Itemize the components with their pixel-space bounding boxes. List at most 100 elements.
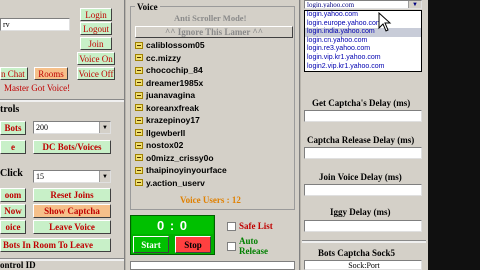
chevron-down-icon[interactable]: ▼ (408, 1, 421, 8)
chevron-down-icon[interactable]: ▼ (99, 171, 110, 182)
user-name: llgewberll (146, 127, 186, 138)
login-server-value: login.yahoo.com (307, 0, 355, 9)
join-button-label: Join (88, 38, 104, 49)
show-captcha-label: Show Captcha (44, 206, 100, 216)
list-item[interactable]: thaipinoyinyourface (135, 164, 293, 177)
list-item[interactable]: krazepinoy17 (135, 114, 293, 127)
rooms-button[interactable]: Rooms (34, 67, 68, 80)
list-item[interactable]: juanavagina (135, 89, 293, 102)
user-name: thaipinoyinyourface (146, 165, 227, 176)
logout-button[interactable]: Logout (80, 22, 112, 35)
login-button-label: Login (85, 9, 107, 20)
master-voice-label: Master Got Voice! (4, 83, 71, 93)
iggy-delay-input[interactable] (304, 220, 422, 232)
captcha-delay-input[interactable] (304, 110, 422, 122)
user-name: dreamer1985x (146, 77, 204, 88)
click-select[interactable]: 15 ▼ (33, 170, 111, 183)
dropdown-option[interactable]: login.europe.yahoo.com (305, 20, 421, 29)
controls-label: trols (0, 104, 20, 115)
user-name: koreanxfreak (146, 102, 199, 113)
bots-in-room-leave-label: Bots In Room To Leave (3, 240, 94, 250)
logout-button-label: Logout (83, 23, 109, 34)
sock-port-input[interactable]: Sock:Port (304, 260, 422, 270)
user-name: juanavagina (146, 90, 196, 101)
safe-list-checkbox[interactable] (227, 222, 236, 231)
user-icon (135, 116, 143, 124)
leave-voice-button[interactable]: Leave Voice (33, 220, 111, 234)
list-item[interactable]: nostox02 (135, 139, 293, 152)
user-icon (135, 141, 143, 149)
voice-group-title: Voice (135, 2, 160, 12)
voice-user-list[interactable]: caliblossom05 cc.mizzy chocochip_84 drea… (135, 39, 293, 191)
bots-button[interactable]: Bots (0, 121, 26, 135)
list-item[interactable]: koreanxfreak (135, 102, 293, 115)
dropdown-option[interactable]: login.cn.yahoo.com (305, 37, 421, 46)
bots-count-select[interactable]: 200 ▼ (33, 121, 111, 134)
anti-scroller-label: Anti Scroller Mode! (174, 13, 247, 23)
ignore-lamer-label: ^^ Ignore This Lamer ^^ (165, 27, 263, 37)
dropdown-option[interactable]: login.re3.yahoo.com (305, 45, 421, 54)
now-button[interactable]: Now (0, 204, 26, 218)
dc-bots-voices-button[interactable]: DC Bots/Voices (33, 140, 111, 154)
chat-button[interactable]: n Chat 3 (0, 67, 28, 80)
auto-release-label: Auto Release (239, 236, 268, 256)
bottom-input[interactable] (130, 261, 295, 270)
stop-button[interactable]: Stop (175, 236, 211, 253)
voice-off-button[interactable]: Voice Off (77, 67, 115, 80)
stop-button-label: Stop (184, 239, 202, 250)
right-separator (302, 240, 426, 243)
user-icon (135, 91, 143, 99)
list-item[interactable]: llgewberll (135, 127, 293, 140)
room-button[interactable]: oom (0, 188, 26, 202)
dropdown-option[interactable]: login2.vip.kr1.yahoo.com (305, 63, 421, 72)
voice-users-count: Voice Users : 12 (180, 195, 241, 205)
user-name: chocochip_84 (146, 65, 203, 76)
timer-value: 0 : 0 (156, 217, 188, 233)
list-item[interactable]: dreamer1985x (135, 77, 293, 90)
user-name: krazepinoy17 (146, 115, 200, 126)
login-server-select[interactable]: login.yahoo.com ▼ (304, 0, 422, 9)
list-item[interactable]: chocochip_84 (135, 64, 293, 77)
iggy-delay-label: Iggy Delay (ms) (330, 207, 391, 217)
leave-voice-label: Leave Voice (49, 222, 95, 232)
reset-joins-label: Reset Joins (50, 190, 94, 200)
left-separator (0, 99, 124, 102)
user-name: nostox02 (146, 140, 184, 151)
e-button-label: e (11, 142, 15, 152)
voice-button[interactable]: oice (0, 220, 26, 234)
list-item[interactable]: cc.mizzy (135, 52, 293, 65)
dropdown-option[interactable]: login.vip.kr1.yahoo.com (305, 54, 421, 63)
voice-button-label: oice (5, 222, 21, 232)
list-item[interactable]: y.action_userv (135, 177, 293, 190)
auto-release-checkbox[interactable] (227, 242, 236, 251)
user-name: o0mizz_crissy0o (146, 152, 214, 163)
dropdown-option-highlighted[interactable]: login.india.yahoo.com (305, 28, 421, 37)
ignore-lamer-button[interactable]: ^^ Ignore This Lamer ^^ (135, 26, 293, 38)
desktop-background (428, 0, 480, 270)
account-field[interactable]: rv (0, 18, 70, 31)
e-button[interactable]: e (0, 140, 26, 154)
reset-joins-button[interactable]: Reset Joins (33, 188, 111, 202)
chevron-down-icon[interactable]: ▼ (99, 122, 110, 133)
user-icon (135, 129, 143, 137)
user-name: y.action_userv (146, 177, 205, 188)
voice-on-button[interactable]: Voice On (77, 52, 115, 65)
login-button[interactable]: Login (80, 8, 112, 21)
center-divider (299, 0, 301, 270)
captcha-delay-label: Get Captcha's Delay (ms) (312, 98, 411, 108)
dropdown-option[interactable]: login.yahoo.com (305, 11, 421, 20)
join-voice-delay-input[interactable] (304, 184, 422, 196)
voice-off-button-label: Voice Off (78, 68, 114, 79)
user-name: caliblossom05 (146, 40, 205, 51)
rooms-button-label: Rooms (38, 68, 64, 79)
captcha-release-delay-input[interactable] (304, 147, 422, 159)
account-field-value: rv (3, 20, 10, 29)
list-item[interactable]: caliblossom05 (135, 39, 293, 52)
user-name: cc.mizzy (146, 52, 181, 63)
bots-in-room-leave-button[interactable]: Bots In Room To Leave (0, 238, 111, 252)
join-button[interactable]: Join (80, 37, 112, 50)
show-captcha-button[interactable]: Show Captcha (33, 204, 111, 218)
start-button[interactable]: Start (133, 236, 169, 253)
login-server-dropdown[interactable]: login.yahoo.com login.europe.yahoo.com l… (304, 10, 422, 72)
list-item[interactable]: o0mizz_crissy0o (135, 152, 293, 165)
